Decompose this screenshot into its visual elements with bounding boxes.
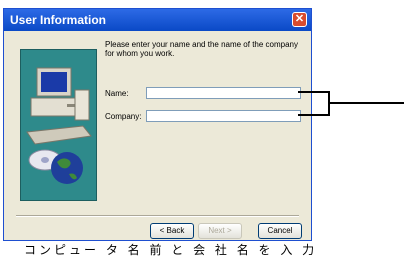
company-label: Company: — [105, 112, 142, 121]
company-field[interactable] — [146, 110, 301, 122]
window-title: User Information — [10, 13, 107, 27]
name-label: Name: — [105, 89, 129, 98]
callout-pointer — [330, 102, 404, 104]
close-button[interactable]: ✕ — [292, 12, 307, 27]
footer-separator — [16, 215, 299, 217]
user-information-dialog: User Information ✕ Please enter your nam… — [3, 8, 312, 241]
callout-line-top — [298, 91, 330, 93]
close-icon: ✕ — [294, 13, 305, 25]
computer-illustration — [26, 67, 92, 184]
back-button[interactable]: < Back — [150, 223, 194, 239]
name-field[interactable] — [146, 87, 301, 99]
cancel-button[interactable]: Cancel — [258, 223, 302, 239]
setup-illustration — [20, 49, 97, 201]
title-bar: User Information ✕ — [4, 9, 311, 31]
callout-line-bottom — [298, 114, 330, 116]
next-button[interactable]: Next > — [198, 223, 242, 239]
caption-text: コンピュー タ 名 前 と 会 社 名 を 入 力 — [24, 243, 318, 257]
instruction-text: Please enter your name and the name of t… — [105, 40, 299, 58]
